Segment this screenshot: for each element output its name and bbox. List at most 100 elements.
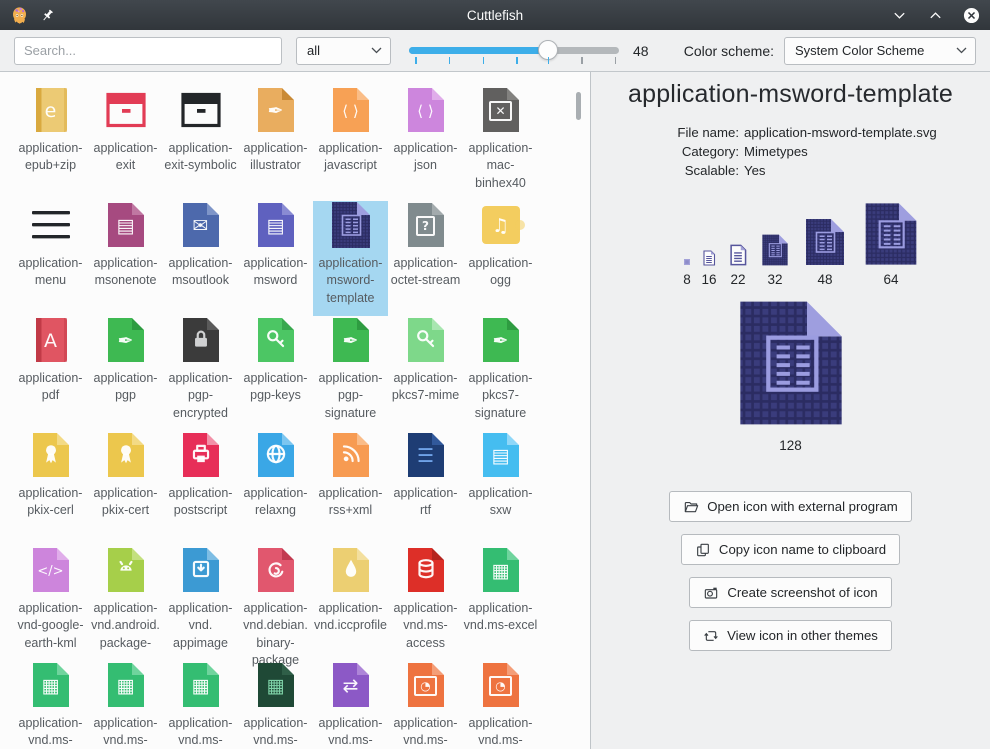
preview-size-label: 48: [817, 272, 832, 287]
application-relaxng-icon: [252, 431, 300, 479]
maximize-button[interactable]: [926, 6, 944, 24]
icon-grid-item[interactable]: application-​pgp-​encrypted: [163, 316, 238, 431]
pin-icon[interactable]: [39, 7, 56, 24]
open-external-button[interactable]: Open icon with external program: [669, 491, 912, 522]
preview-icon: [701, 250, 717, 266]
icon-grid-item[interactable]: ▦application-​vnd.​ms-​excel.​sheet.​bi: [88, 661, 163, 749]
icon-grid-item[interactable]: application-​exit: [88, 86, 163, 201]
copy-name-button[interactable]: Copy icon name to clipboard: [681, 534, 900, 565]
icon-grid-item[interactable]: ▦application-​vnd.​ms-​excel.​addin.​m: [13, 661, 88, 749]
icon-grid-item[interactable]: ♫application-​ogg: [463, 201, 538, 316]
size-value: 48: [633, 43, 649, 59]
icon-grid-item[interactable]: application-​menu: [13, 201, 88, 316]
application-octet-stream-icon: ?: [402, 201, 450, 249]
application-msoutlook-icon: ✉: [177, 201, 225, 249]
icon-grid-item[interactable]: ▦application-​vnd.​ms-​excel.​templat: [238, 661, 313, 749]
icon-grid-item[interactable]: ✒application-​illustrator: [238, 86, 313, 201]
application-vnd.ms-infopath-icon: ⇄: [327, 661, 375, 709]
icon-grid-item-label: application-​json: [388, 140, 463, 175]
slider-tick: [548, 57, 550, 64]
titlebar[interactable]: Cuttlefish: [0, 0, 990, 30]
preview-icon: [727, 244, 749, 266]
application-vnd.android.package--icon: [102, 546, 150, 594]
icon-grid-item[interactable]: </>application-​vnd-​google-​earth-​kml: [13, 546, 88, 661]
application-illustrator-icon: ✒: [252, 86, 300, 134]
icon-grid-item[interactable]: ☰application-​rtf: [388, 431, 463, 546]
icon-grid-item-label: application-​vnd.​ms-​access: [388, 600, 463, 652]
size-preview-8: 8: [683, 258, 691, 287]
icon-grid-item[interactable]: ▦application-​vnd.​ms-​excel.​sheet.​m: [163, 661, 238, 749]
size-preview-22: 22: [727, 244, 749, 287]
icon-grid-item[interactable]: application-​rss+xml: [313, 431, 388, 546]
icon-grid-item-label: application-​pgp: [88, 370, 163, 405]
icon-grid-item[interactable]: ✒application-​pgp: [88, 316, 163, 431]
icon-grid-item[interactable]: application-​vnd.​android.​package-​: [88, 546, 163, 661]
application-rss+xml-icon: [327, 431, 375, 479]
search-input[interactable]: [14, 37, 282, 65]
application-vnd.ms-excel.addin.m-icon: ▦: [27, 661, 75, 709]
window-title: Cuttlefish: [0, 8, 990, 23]
icon-grid-item[interactable]: application-​postscript: [163, 431, 238, 546]
icon-grid-item[interactable]: ▤application-​sxw: [463, 431, 538, 546]
icon-grid-item[interactable]: application-​pkcs7-​mime: [388, 316, 463, 431]
icon-grid-item[interactable]: ✕application-​mac-​binhex40: [463, 86, 538, 201]
application-msonenote-icon: ▤: [102, 201, 150, 249]
icon-grid-item[interactable]: application-​vnd.​iccprofile: [313, 546, 388, 661]
icon-grid-item-label: application-​vnd.​ms-​excel.​sheet.​bi: [88, 715, 163, 749]
application-pkix-cert-icon: [102, 431, 150, 479]
icon-grid-item[interactable]: ◔application-​vnd.​ms-​powerpoint: [388, 661, 463, 749]
icon-grid-item[interactable]: application-​exit-​symbolic: [163, 86, 238, 201]
scrollbar-thumb[interactable]: [576, 92, 581, 120]
icon-grid-item[interactable]: ✒application-​pgp-​signature: [313, 316, 388, 431]
cuttlefish-app-icon: [10, 6, 29, 25]
size-previews: 81622324864: [591, 202, 990, 287]
icon-grid-item[interactable]: ✒application-​pkcs7-​signature: [463, 316, 538, 431]
icon-grid-item-label: application-​msoutlook: [163, 255, 238, 290]
icon-grid-item[interactable]: application-​pgp-​keys: [238, 316, 313, 431]
size-preview-32: 32: [759, 234, 791, 287]
icon-grid-item[interactable]: application-​pkix-​cert: [88, 431, 163, 546]
icon-grid-item[interactable]: ⟨ ⟩application-​json: [388, 86, 463, 201]
icon-grid-item[interactable]: Aapplication-​pdf: [13, 316, 88, 431]
icon-grid: eapplication-​epub+zipapplication-​exita…: [0, 72, 540, 749]
icon-grid-item[interactable]: eapplication-​epub+zip: [13, 86, 88, 201]
button-label: Copy icon name to clipboard: [719, 542, 886, 557]
category-value: all: [307, 43, 363, 58]
icon-grid-item[interactable]: ▤application-​msword: [238, 201, 313, 316]
icon-grid-item-label: application-​vnd.​ms-​excel: [463, 600, 538, 635]
icon-grid-item[interactable]: ✉ application-​msoutlook: [163, 201, 238, 316]
icon-grid-item[interactable]: ?application-​octet-​stream: [388, 201, 463, 316]
icon-grid-item[interactable]: ⇄application-​vnd.​ms-​infopath: [313, 661, 388, 749]
field-value: application-msword-template.svg: [744, 125, 990, 140]
icon-grid-item[interactable]: ▦application-​vnd.​ms-​excel: [463, 546, 538, 661]
icon-grid-item[interactable]: application-​msword-​template: [313, 201, 388, 316]
icon-grid-item[interactable]: application-​vnd.​debian.​binary-​packag…: [238, 546, 313, 661]
icon-grid-item[interactable]: ⟨ ⟩application-​javascript: [313, 86, 388, 201]
minimize-button[interactable]: [890, 6, 908, 24]
field-value: Yes: [744, 163, 990, 178]
slider-fill: [409, 47, 548, 54]
icon-grid-item[interactable]: ◔application-​vnd.​ms-​powerpoint.​a: [463, 661, 538, 749]
screenshot-button[interactable]: Create screenshot of icon: [689, 577, 891, 608]
icon-grid-item-label: application-​mac-​binhex40: [463, 140, 538, 192]
folder-open-icon: [683, 499, 699, 515]
field-label: Scalable:: [591, 163, 739, 178]
close-button[interactable]: [962, 6, 980, 24]
icon-grid-item[interactable]: application-​vnd.​appimage: [163, 546, 238, 661]
view-themes-button[interactable]: View icon in other themes: [689, 620, 892, 651]
icon-grid-item-label: application-​msword: [238, 255, 313, 290]
icon-grid-item[interactable]: ▤application-​msonenote: [88, 201, 163, 316]
icon-grid-panel: eapplication-​epub+zipapplication-​exita…: [0, 72, 591, 749]
icon-grid-item[interactable]: application-​vnd.​ms-​access: [388, 546, 463, 661]
icon-grid-item[interactable]: application-​relaxng: [238, 431, 313, 546]
category-dropdown[interactable]: all: [296, 37, 391, 65]
icon-details: File name: application-msword-template.sv…: [591, 125, 990, 178]
application-pdf-icon: A: [27, 316, 75, 364]
slider-tick: [449, 57, 451, 64]
color-scheme-dropdown[interactable]: System Color Scheme: [784, 37, 976, 65]
application-pgp-keys-icon: [252, 316, 300, 364]
icon-grid-item[interactable]: application-​pkix-​cerl: [13, 431, 88, 546]
size-slider[interactable]: [409, 37, 619, 65]
field-label: File name:: [591, 125, 739, 140]
icon-grid-item-label: application-​exit-​symbolic: [163, 140, 238, 175]
